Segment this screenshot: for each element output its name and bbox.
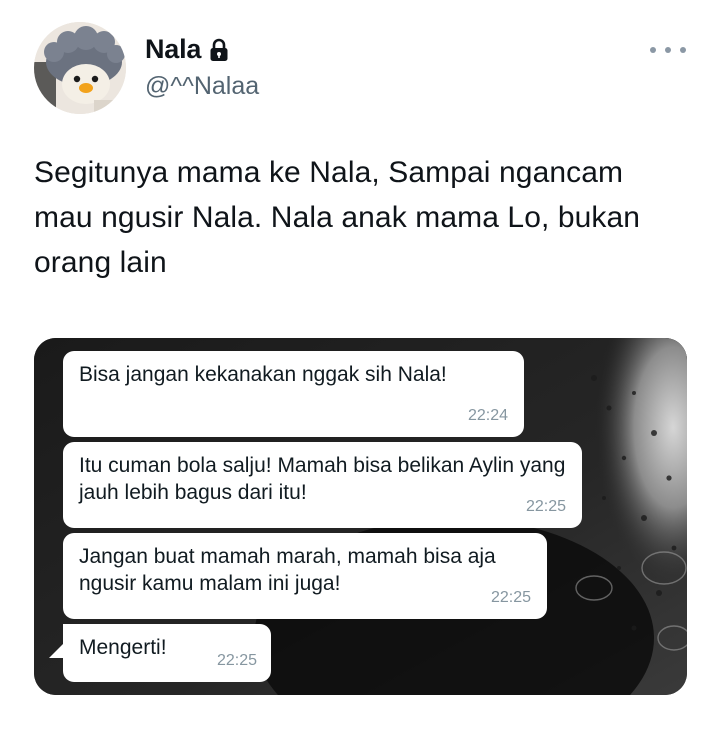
- display-name[interactable]: Nala: [145, 34, 201, 65]
- chat-bubble-incoming: Mengerti! 22:25: [63, 624, 271, 682]
- message-time: 22:24: [467, 407, 508, 424]
- name-row: Nala: [145, 34, 229, 65]
- message-time: 22:25: [216, 652, 257, 669]
- message-text: Bisa jangan kekanakan nggak sih Nala!: [79, 363, 447, 386]
- more-horizontal-icon[interactable]: [650, 40, 686, 60]
- dot-icon: [650, 47, 656, 53]
- message-time: 22:25: [525, 498, 566, 515]
- dot-icon: [680, 47, 686, 53]
- dot-icon: [665, 47, 671, 53]
- chat-bubble-incoming: Bisa jangan kekanakan nggak sih Nala! 22…: [63, 351, 524, 437]
- lock-icon: [209, 38, 229, 62]
- message-time: 22:25: [490, 589, 531, 606]
- tweet-image[interactable]: Bisa jangan kekanakan nggak sih Nala! 22…: [34, 338, 687, 695]
- message-text: Itu cuman bola salju! Mamah bisa belikan…: [79, 454, 566, 504]
- message-text: Jangan buat mamah marah, mamah bisa aja …: [79, 545, 496, 595]
- penguin-avatar-icon: [34, 22, 126, 114]
- user-handle[interactable]: @^^Nalaa: [145, 72, 259, 101]
- avatar[interactable]: [34, 22, 126, 114]
- bubble-tail: [49, 644, 63, 658]
- tweet-text: Segitunya mama ke Nala, Sampai ngancam m…: [34, 156, 641, 279]
- chat-bubble-incoming: Jangan buat mamah marah, mamah bisa aja …: [63, 533, 547, 619]
- chat-bubble-incoming: Itu cuman bola salju! Mamah bisa belikan…: [63, 442, 582, 528]
